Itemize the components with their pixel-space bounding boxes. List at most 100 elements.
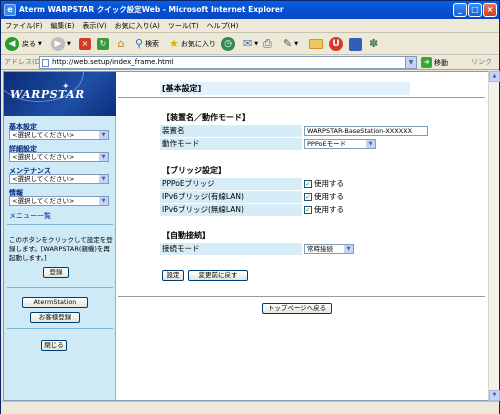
ipv6-wireless-bridge-checkbox[interactable]: ✓ [304,206,312,214]
main-frame: [基本設定] 【装置名／動作モード】 装置名 WARPSTAR-BaseStat… [116,72,488,400]
ipv6-wired-bridge-row: IPv6ブリッジ(有線LAN) ✓ 使用する [160,191,431,203]
chevron-down-icon: ▼ [38,41,42,47]
toolbox-button[interactable] [349,36,362,52]
menu-help[interactable]: ヘルプ(H) [203,19,243,33]
back-button[interactable]: ◀ 戻る ▼ [5,36,42,52]
close-button[interactable]: 閉じる [41,340,67,351]
home-icon: ⌂ [117,37,125,50]
pppoe-bridge-checkbox[interactable]: ✓ [304,180,312,188]
mail-button[interactable]: ✉ ▼ [243,36,258,52]
connect-mode-cell: 常時接続 ▼ [302,243,431,255]
customer-register-button[interactable]: お客様登録 [30,312,80,323]
mode-row: 動作モード PPPoEモード ▼ [160,138,431,150]
go-button[interactable]: ➜ 移動 [421,57,448,68]
sidebar-detail-select[interactable]: <選択してください> ▼ [9,152,109,162]
browser-window: e Aterm WARPSTAR クイック設定Web - Microsoft I… [0,0,500,414]
vertical-scrollbar[interactable]: ▲ ▼ [488,71,500,401]
print-button[interactable]: ⎙ [263,36,272,52]
folder-icon [309,39,323,49]
chevron-down-icon[interactable]: ▼ [405,57,416,68]
register-note: このボタンをクリックして設定を登録します。[WARPSTAR(親機)を再起動しま… [9,236,113,262]
addon-button[interactable]: U [329,36,343,52]
go-label: 移動 [434,58,448,67]
divider [7,287,113,288]
favorites-button[interactable]: ★ お気に入り [169,36,216,52]
aterm-station-button[interactable]: AtermStation [22,297,88,308]
divider [7,328,113,329]
page-viewport: ✦ WARPSTAR 基本設定 <選択してください> ▼ 詳細設定 <選択してくだ… [3,71,488,401]
chevron-down-icon: ▼ [67,41,71,47]
menu-list-link[interactable]: メニュー一覧 [9,211,51,221]
section-auto-connect-header: 【自動接続】 [162,231,210,240]
scroll-up-icon[interactable]: ▲ [489,71,500,82]
menu-file[interactable]: ファイル(F) [1,19,47,33]
ipv6-wireless-bridge-row: IPv6ブリッジ(無線LAN) ✓ 使用する [160,204,431,216]
go-arrow-icon: ➜ [421,57,432,68]
chevron-down-icon: ▼ [99,153,108,161]
forward-arrow-icon: ▶ [51,37,65,51]
edit-button[interactable]: ✎ ▼ [283,36,298,52]
ie-icon: e [4,4,16,16]
refresh-icon: ↻ [97,38,109,50]
ipv6-wired-bridge-label: IPv6ブリッジ(有線LAN) [162,192,244,201]
menu-tools[interactable]: ツール(T) [164,19,203,33]
refresh-button[interactable]: ↻ [97,36,109,52]
top-page-button[interactable]: トップページへ戻る [262,303,332,314]
folder-button[interactable] [309,36,323,52]
links-button[interactable]: リンク [471,57,492,67]
mode-select[interactable]: PPPoEモード ▼ [304,139,376,149]
pppoe-bridge-label: PPPoEブリッジ [162,179,215,188]
forward-button[interactable]: ▶ ▼ [51,36,71,52]
chevron-down-icon: ▼ [99,175,108,183]
pppoe-bridge-row: PPPoEブリッジ ✓ 使用する [160,178,431,190]
sidebar-maintenance-select[interactable]: <選択してください> ▼ [9,174,109,184]
connect-mode-label: 接続モード [162,244,200,253]
edit-icon: ✎ [283,37,293,50]
sidebar-info-select[interactable]: <選択してください> ▼ [9,196,109,206]
set-button[interactable]: 設定 [162,270,184,281]
menu-view[interactable]: 表示(V) [78,19,110,33]
sidebar-frame: ✦ WARPSTAR 基本設定 <選択してください> ▼ 詳細設定 <選択してくだ… [4,72,116,400]
address-label: アドレス(D) [4,58,43,66]
star-icon: ★ [169,37,179,50]
ipv6-wired-bridge-cell: ✓ 使用する [302,191,431,203]
register-button[interactable]: 登録 [43,267,69,278]
ipv6-wireless-bridge-cell: ✓ 使用する [302,204,431,216]
chevron-down-icon: ▼ [294,41,299,47]
maximize-button[interactable]: □ [468,3,482,17]
search-label: 検索 [145,40,160,48]
mode-label: 動作モード [162,139,200,148]
addon-icon: U [329,37,343,51]
back-label: 戻る [22,40,36,48]
divider [118,296,485,297]
connect-mode-row: 接続モード 常時接続 ▼ [160,243,431,255]
minimize-button[interactable]: _ [453,3,467,17]
section-bridge-header: 【ブリッジ設定】 [162,166,226,175]
history-button[interactable]: ◷ [221,36,235,52]
home-button[interactable]: ⌂ [115,36,127,52]
window-title: Aterm WARPSTAR クイック設定Web - Microsoft Int… [19,5,284,14]
ipv6-wired-bridge-checkbox[interactable]: ✓ [304,193,312,201]
device-name-input[interactable]: WARPSTAR-BaseStation-XXXXXX [304,126,428,136]
close-window-button[interactable]: × [483,3,497,17]
back-arrow-icon: ◀ [5,37,19,51]
ipv6-wireless-bridge-label: IPv6ブリッジ(無線LAN) [162,205,244,214]
divider [7,224,113,225]
page-icon [42,59,49,67]
search-button[interactable]: ⚲ 検索 [135,36,159,52]
messenger-button[interactable]: ✽ [369,36,378,52]
mode-cell: PPPoEモード ▼ [302,138,431,150]
menu-favorites[interactable]: お気に入り(A) [111,19,164,33]
device-name-row: 装置名 WARPSTAR-BaseStation-XXXXXX [160,125,431,137]
revert-button[interactable]: 変更前に戻す [188,270,248,281]
sidebar-basic-select[interactable]: <選択してください> ▼ [9,130,109,140]
address-input[interactable]: http://web.setup/index_frame.html ▼ [39,56,417,69]
history-icon: ◷ [221,37,235,51]
scroll-down-icon[interactable]: ▼ [489,390,500,401]
stop-button[interactable]: × [79,36,91,52]
connect-mode-select[interactable]: 常時接続 ▼ [304,244,354,254]
mail-icon: ✉ [243,37,253,50]
menu-edit[interactable]: 編集(E) [47,19,79,33]
status-bar [1,401,499,414]
toolbar: ◀ 戻る ▼ ▶ ▼ × ↻ ⌂ ⚲ 検索 ★ お気に入り ◷ ✉ ▼ ⎙ ✎ ▼ … [1,33,499,55]
